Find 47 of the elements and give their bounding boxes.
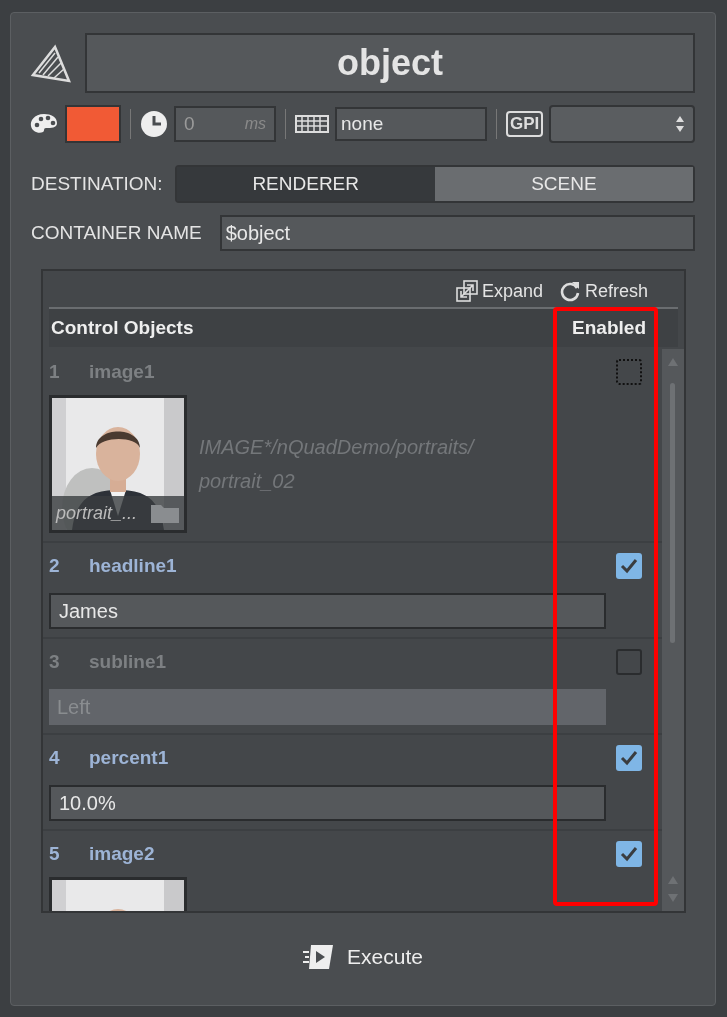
keyboard-field[interactable]: none [335,107,487,141]
expand-icon [455,280,478,302]
refresh-icon [558,280,581,302]
check-icon [620,558,638,574]
value-field[interactable]: James [49,593,606,629]
play-icon [303,942,336,971]
palette-icon[interactable] [29,112,59,136]
expand-button[interactable]: Expand [455,277,543,305]
scrollbar-thumb[interactable] [670,383,675,643]
clock-icon [140,110,168,138]
destination-tab[interactable]: SCENE [434,167,693,201]
row-number: 3 [49,649,61,674]
gpi-dropdown[interactable] [549,105,695,143]
pie-slice-icon [29,43,73,83]
thumbnail-caption: portrait_... [56,501,138,525]
refresh-button[interactable]: Refresh [558,277,648,305]
checkbox[interactable] [616,649,642,675]
container-name-label: CONTAINER NAME [31,220,202,245]
execute-button[interactable]: Execute [303,941,423,973]
row-number: 2 [49,553,61,578]
object-name: image2 [89,841,156,866]
row-number: 4 [49,745,61,770]
row-number: 1 [49,359,61,384]
row-number: 5 [49,841,61,866]
gpi-label: GPI [506,111,544,137]
updown-icon [675,115,685,133]
destination-tab[interactable]: RENDERER [176,167,435,201]
scrollbar[interactable] [662,349,684,911]
checkbox[interactable] [616,553,642,579]
destination-label: DESTINATION: [31,171,163,196]
check-icon [620,846,638,862]
check-icon [620,750,638,766]
container-name-field[interactable]: $object [219,215,695,251]
column-header: Enabled [572,315,646,340]
object-name: headline1 [89,553,178,578]
object-name: percent1 [89,745,170,770]
title-field[interactable]: object [85,33,695,93]
image-thumbnail[interactable]: portrait_... [49,395,187,533]
column-header: Control Objects [50,315,194,340]
value-field[interactable]: 10.0% [49,785,606,821]
object-name: subline1 [89,649,168,674]
checkbox[interactable] [616,841,642,867]
keyboard-icon [295,115,329,133]
object-name: image1 [89,359,156,384]
checkbox[interactable] [616,745,642,771]
color-swatch[interactable] [65,105,121,143]
folder-icon[interactable] [150,502,180,524]
